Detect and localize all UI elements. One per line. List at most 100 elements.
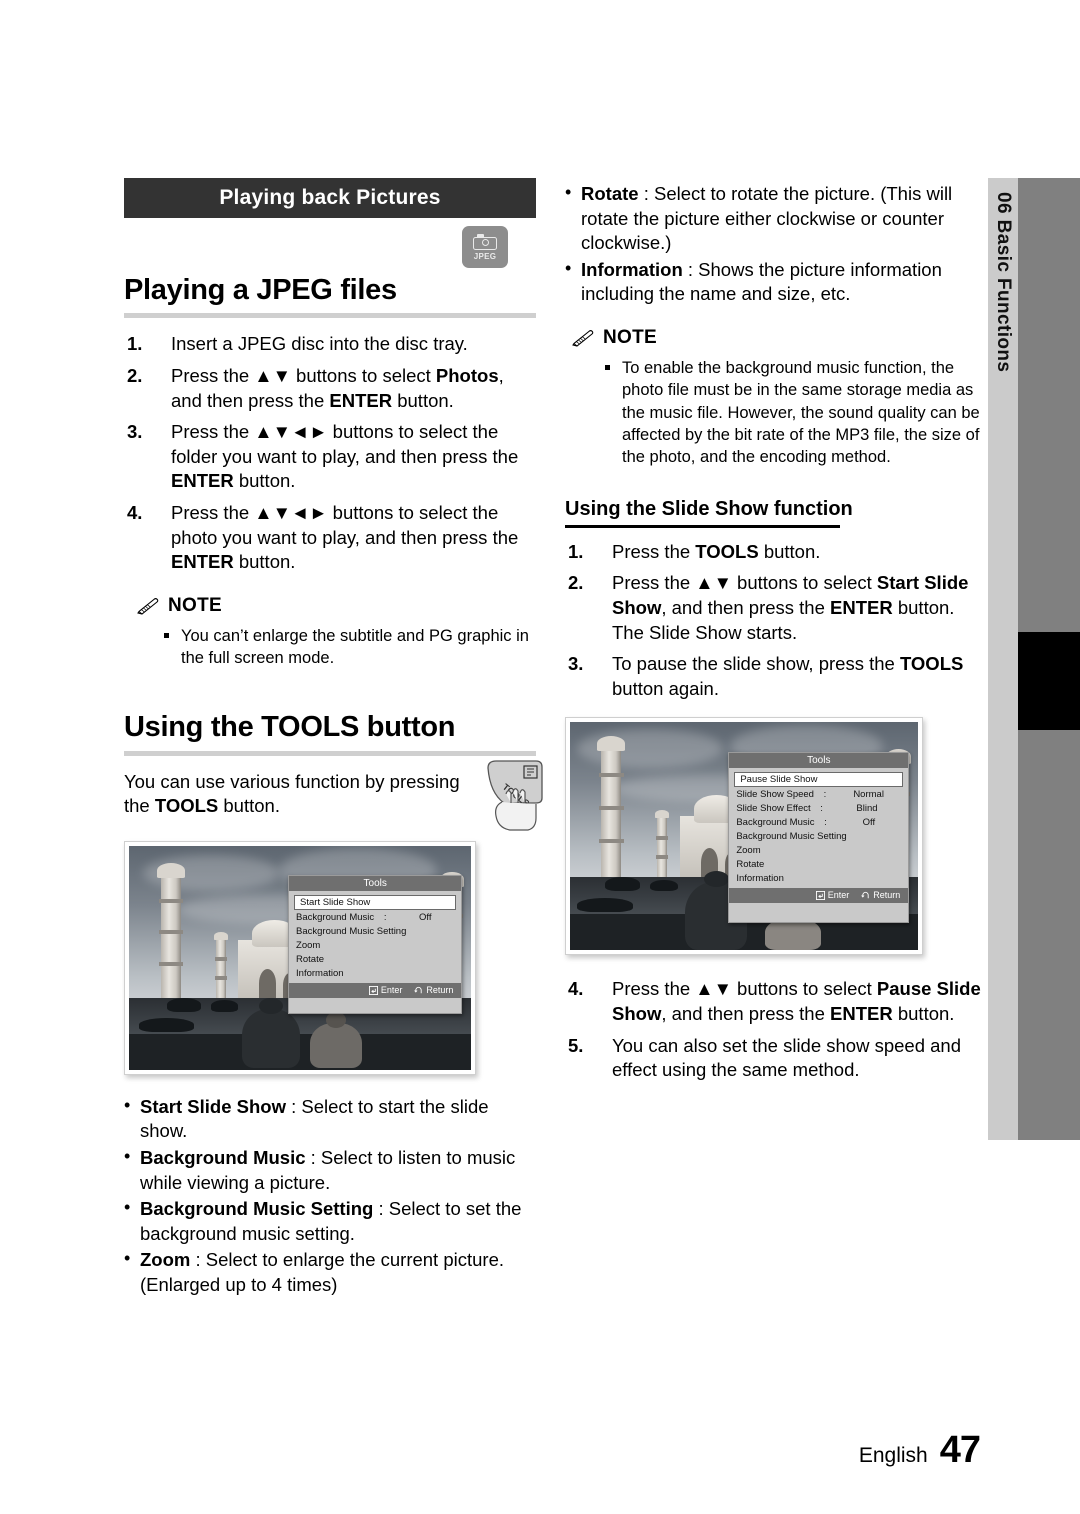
step-number: 4. [568,978,584,1000]
step-item: 1. Press the TOOLS button. [565,540,985,565]
osd-row[interactable]: Information [289,967,461,981]
pencil-icon [137,597,159,615]
osd-row-label: Slide Show Effect [736,803,811,815]
note-label-left: NOTE [168,594,222,616]
step-item: 2. Press the ▲▼ buttons to select Start S… [565,571,985,645]
step-text: Press the ▲▼ buttons to select Photos, a… [171,364,504,411]
osd-row-colon: : [383,912,387,924]
osd-row[interactable]: Slide Show Speed: Normal [729,788,908,802]
definition-item: Rotate : Select to rotate the picture. (… [565,181,985,256]
step-item: 3. To pause the slide show, press the TOO… [565,652,985,701]
definition-item: Zoom : Select to enlarge the current pic… [124,1247,536,1297]
tools-definitions-right: Rotate : Select to rotate the picture. (… [565,181,985,307]
step-text: Press the ▲▼◄► buttons to select the pho… [171,501,519,573]
osd-row[interactable]: Background Music Setting [729,830,908,844]
step-item: 2. Press the ▲▼ buttons to select Photos,… [124,364,536,413]
left-column: Playing back Pictures JPEG Playing a JPE… [124,178,543,1300]
jpeg-steps-list: 1. Insert a JPEG disc into the disc tray.… [124,332,536,574]
osd-row[interactable]: Zoom [729,844,908,858]
osd-row[interactable]: Background Music: Off [289,911,461,925]
osd-row[interactable]: Zoom [289,939,461,953]
step-item: 4. Press the ▲▼ buttons to select Pause S… [565,977,985,1026]
osd-row-colon: : [820,803,823,815]
definition-item: Information : Shows the picture informat… [565,257,985,307]
step-text: Press the ▲▼◄► buttons to select the fol… [171,421,519,492]
osd-row-selected[interactable]: Pause Slide Show [734,771,904,787]
step-text: To pause the slide show, press the TOOLS… [612,653,964,699]
step-number: 4. [127,501,143,523]
slideshow-steps-1: 1. Press the TOOLS button. 2. Press the ▲▼ … [565,540,985,702]
osd-row-value: Normal [853,789,884,801]
pencil-icon [572,330,594,347]
step-number: 5. [568,1034,584,1056]
step-text: Press the TOOLS button. [612,540,821,562]
tools-heading: Using the TOOLS button [124,711,456,744]
osd-row-label: Rotate [736,859,765,871]
return-arrow-icon [414,986,423,994]
osd-footer-right: Enter Return [729,887,909,903]
step-number: 2. [568,572,584,594]
slideshow-heading: Using the Slide Show function [565,498,853,521]
page-title: Playing a JPEG files [124,274,397,306]
tools-intro-text: You can use various function by pressing… [124,770,460,817]
osd-row[interactable]: Background Music: Off [729,816,908,830]
step-item: 3. Press the ▲▼◄► buttons to select the f… [124,420,536,494]
slideshow-steps-2: 4. Press the ▲▼ buttons to select Pause S… [565,977,985,1082]
step-number: 2. [127,364,143,386]
tools-osd-left[interactable]: Tools Start Slide Show Background Music: O… [288,874,463,1014]
right-column: Rotate : Select to rotate the picture. (… [565,181,985,1090]
osd-row[interactable]: Information [729,872,908,886]
osd-row-value: Off [419,912,432,924]
osd-row-label: Information [736,873,784,885]
osd-row-label: Background Music Setting [296,926,407,938]
osd-row[interactable]: Rotate [729,858,908,872]
tools-osd-right[interactable]: Tools Pause Slide Show Slide Show Speed: N… [728,751,910,923]
osd-row-label: Slide Show Speed [736,789,814,801]
step-item: 5. You can also set the slide show speed … [565,1034,985,1083]
note-item: To enable the background music function,… [605,357,985,468]
osd-row[interactable]: Slide Show Effect: Blind [729,802,908,816]
osd-footer-left: Enter Return [289,982,462,998]
osd-title-left: Tools [289,875,462,891]
step-number: 1. [568,540,584,562]
osd-row-label: Background Music Setting [736,831,847,843]
tv-screenshot-left: Tools Start Slide Show Background Music: O… [124,840,476,1075]
enter-key-icon [815,890,825,900]
step-number: 1. [127,333,143,355]
note-label-right: NOTE [603,326,657,348]
step-number: 3. [127,421,143,443]
osd-row-label: Pause Slide Show [740,773,818,785]
footer-language: English [858,1444,928,1467]
osd-row[interactable]: Rotate [289,953,461,967]
osd-title-right: Tools [729,752,909,768]
osd-row-selected[interactable]: Start Slide Show [294,894,457,910]
osd-row-value: Blind [856,803,878,815]
title-rule [124,313,536,319]
osd-row-colon: : [824,817,827,829]
definition-item: Start Slide Show : Select to start the s… [124,1094,536,1144]
osd-row-label: Zoom [296,940,321,952]
tools-rule [124,750,536,756]
chapter-tab-label: 06 Basic Functions [993,192,1014,373]
taj-mahal-photo-left: Tools Start Slide Show Background Music: O… [129,845,471,1070]
note-header-left: NOTE [136,595,536,617]
note-header-right: NOTE [571,327,985,349]
camera-icon [473,233,497,250]
chapter-tab: 06 Basic Functions [988,178,1018,1140]
jpeg-badge-label: JPEG [473,251,497,261]
note-items-left: You can’t enlarge the subtitle and PG gr… [124,625,536,670]
step-number: 3. [568,653,584,675]
taj-mahal-photo-right: Tools Pause Slide Show Slide Show Speed: N… [570,722,918,951]
osd-row-label: Background Music [296,912,375,924]
step-item: 4. Press the ▲▼◄► buttons to select the p… [124,501,536,575]
osd-row-label: Background Music [736,817,815,829]
enter-key-icon [368,985,378,995]
osd-return-hint-left: Return [414,983,453,998]
tv-screenshot-right: Tools Pause Slide Show Slide Show Speed: N… [565,717,923,956]
definition-item: Background Music Setting : Select to set… [124,1196,536,1246]
page-edge-chapter-marker [1018,632,1080,730]
osd-row-label: Zoom [736,845,761,857]
note-item: You can’t enlarge the subtitle and PG gr… [164,625,536,670]
osd-row[interactable]: Background Music Setting [289,925,461,939]
osd-rows-left: Start Slide Show Background Music: Off Back… [289,891,461,983]
